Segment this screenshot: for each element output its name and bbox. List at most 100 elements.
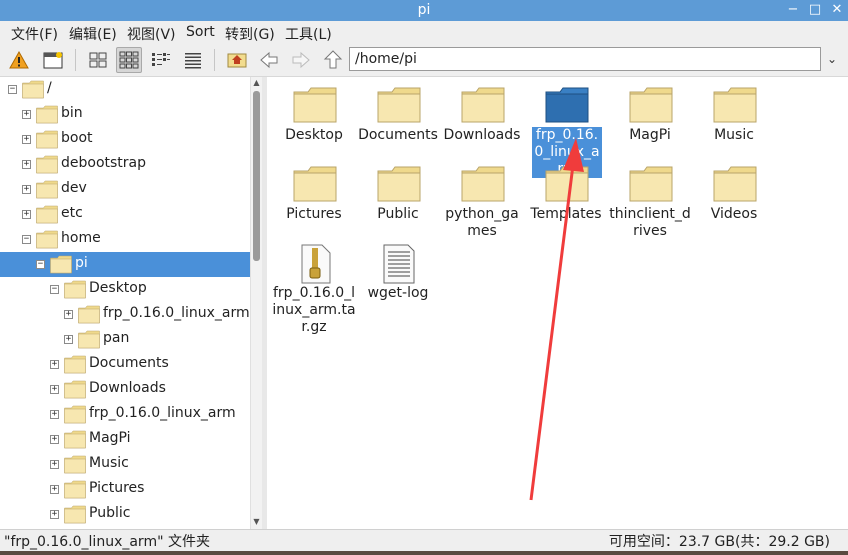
new-window-icon[interactable]	[41, 47, 67, 73]
tree-item[interactable]: + MagPi	[0, 427, 250, 452]
tree-item[interactable]: + dev	[0, 177, 250, 202]
file-item-label: Pictures	[286, 206, 342, 222]
folder-icon	[63, 280, 87, 299]
icon-view-icon[interactable]	[85, 47, 111, 73]
folder-icon	[63, 505, 87, 524]
tree-item[interactable]: + Downloads	[0, 377, 250, 402]
folder-icon	[77, 305, 101, 324]
tree-item[interactable]: + boot	[0, 127, 250, 152]
menu-go[interactable]: 转到(G)	[225, 24, 275, 44]
tree-item[interactable]: + Documents	[0, 352, 250, 377]
expand-icon[interactable]: +	[50, 360, 59, 369]
tree-item[interactable]: + frp_0.16.0_linux_arm	[0, 302, 250, 327]
status-selection: "frp_0.16.0_linux_arm" 文件夹	[4, 534, 210, 550]
tree-item[interactable]: + Public	[0, 502, 250, 527]
expand-icon[interactable]: +	[50, 485, 59, 494]
scroll-down-icon[interactable]: ▼	[251, 516, 262, 528]
tree-item[interactable]: − home	[0, 227, 250, 252]
collapse-icon[interactable]: −	[22, 235, 31, 244]
back-icon[interactable]	[256, 47, 282, 73]
archive-icon	[292, 244, 338, 284]
maximize-button[interactable]: □	[806, 1, 824, 19]
folder-icon	[544, 165, 590, 203]
tree-scrollbar[interactable]: ▲ ▼	[250, 77, 262, 529]
toolbar-separator	[214, 49, 215, 71]
file-item-label: Templates	[530, 206, 602, 222]
compact-view-icon[interactable]	[148, 47, 174, 73]
file-item-label: MagPi	[629, 127, 671, 143]
tree-item-label: bin	[61, 105, 83, 121]
list-view-icon[interactable]	[180, 47, 206, 73]
address-dropdown-icon[interactable]: ⌄	[823, 49, 841, 69]
close-button[interactable]: ✕	[828, 1, 846, 19]
folder-icon	[35, 180, 59, 199]
expand-icon[interactable]: +	[50, 510, 59, 519]
folder-icon	[77, 330, 101, 349]
tree-item-label: Music	[89, 455, 129, 471]
home-icon[interactable]	[224, 47, 250, 73]
tree-item-label: dev	[61, 180, 87, 196]
folder-icon	[35, 155, 59, 174]
collapse-icon[interactable]: −	[8, 85, 17, 94]
expand-icon[interactable]: +	[50, 435, 59, 444]
tree-item-label: Documents	[89, 355, 169, 371]
tree-item[interactable]: + frp_0.16.0_linux_arm	[0, 402, 250, 427]
tree-item-label: etc	[61, 205, 83, 221]
expand-icon[interactable]: +	[22, 135, 31, 144]
directory-tree: − / + bin + boot + debootstrap + dev + etc − home − pi −…	[0, 77, 262, 529]
scrollbar-thumb[interactable]	[253, 91, 260, 261]
tree-item[interactable]: − Desktop	[0, 277, 250, 302]
file-item-label: Desktop	[285, 127, 343, 143]
title-bar: pi − □ ✕	[0, 0, 848, 21]
tree-item[interactable]: − pi	[0, 252, 250, 277]
warning-icon[interactable]	[6, 47, 32, 73]
expand-icon[interactable]: +	[64, 310, 73, 319]
expand-icon[interactable]: +	[50, 410, 59, 419]
file-item-label: thinclient_drives	[609, 206, 691, 239]
tree-item-label: debootstrap	[61, 155, 147, 171]
tree-item[interactable]: + Pictures	[0, 477, 250, 502]
tree-item-label: MagPi	[89, 430, 131, 446]
collapse-icon[interactable]: −	[36, 260, 45, 269]
folder-icon	[35, 230, 59, 249]
menu-sort[interactable]: Sort	[186, 24, 215, 40]
tree-item[interactable]: + bin	[0, 102, 250, 127]
up-icon[interactable]	[320, 47, 346, 73]
expand-icon[interactable]: +	[50, 460, 59, 469]
expand-icon[interactable]: +	[22, 160, 31, 169]
tree-item-label: Desktop	[89, 280, 147, 296]
tree-item[interactable]: − /	[0, 77, 250, 102]
menu-edit[interactable]: 编辑(E)	[69, 24, 117, 44]
expand-icon[interactable]: +	[64, 335, 73, 344]
tree-item-label: frp_0.16.0_linux_arm	[103, 305, 250, 321]
expand-icon[interactable]: +	[22, 110, 31, 119]
folder-icon	[49, 255, 73, 274]
tree-item[interactable]: + Music	[0, 452, 250, 477]
expand-icon[interactable]: +	[22, 185, 31, 194]
tree-item[interactable]: + etc	[0, 202, 250, 227]
menu-file[interactable]: 文件(F)	[11, 24, 58, 44]
collapse-icon[interactable]: −	[50, 285, 59, 294]
menu-view[interactable]: 视图(V)	[127, 24, 176, 44]
folder-icon	[628, 165, 674, 203]
menu-tools[interactable]: 工具(L)	[285, 24, 332, 44]
folder-icon	[292, 86, 338, 124]
tree-item-label: Pictures	[89, 480, 145, 496]
text-file-icon	[376, 244, 422, 284]
tree-item-label: /	[47, 80, 52, 96]
expand-icon[interactable]: +	[22, 210, 31, 219]
folder-icon	[63, 380, 87, 399]
folder-icon	[35, 105, 59, 124]
minimize-button[interactable]: −	[784, 1, 802, 19]
tree-item[interactable]: + pan	[0, 327, 250, 352]
scroll-up-icon[interactable]: ▲	[251, 77, 262, 89]
thumbnail-view-icon[interactable]	[116, 47, 142, 73]
expand-icon[interactable]: +	[50, 385, 59, 394]
folder-icon	[35, 130, 59, 149]
file-item-label: Documents	[358, 127, 438, 143]
tree-item[interactable]: + debootstrap	[0, 152, 250, 177]
toolbar-separator	[75, 49, 76, 71]
file-item-label: Downloads	[443, 127, 521, 143]
forward-icon[interactable]	[288, 47, 314, 73]
address-bar[interactable]: /home/pi	[349, 47, 821, 71]
